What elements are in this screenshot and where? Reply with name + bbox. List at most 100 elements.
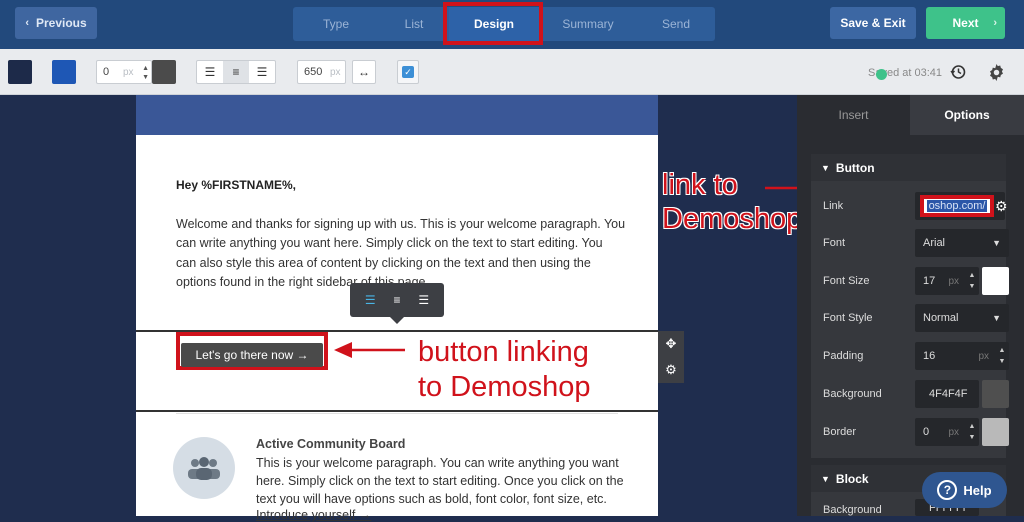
font-size-input[interactable]: 17 px ▲ ▼ — [915, 267, 979, 295]
step-send[interactable]: Send — [637, 7, 715, 41]
responsive-checkbox[interactable]: ✓ — [397, 60, 419, 84]
annotation-button-line2: to Demoshop — [418, 371, 591, 403]
annotation-link-line1: link to — [662, 169, 738, 201]
border-color-swatch[interactable] — [982, 418, 1009, 446]
help-button[interactable]: ? Help — [922, 472, 1007, 508]
font-style-value: Normal — [923, 312, 959, 324]
padding-row: Padding 16 px ▲ ▼ — [823, 342, 1009, 372]
previous-button[interactable]: ‹ Previous — [15, 7, 97, 39]
border-row: Border 0 px ▲ ▼ — [823, 418, 1009, 448]
move-icon[interactable]: ✥ — [666, 336, 677, 352]
step-type-label: Type — [322, 17, 349, 31]
width-unit: px — [330, 66, 341, 78]
link-settings-icon[interactable]: ⚙ — [995, 198, 1008, 215]
width-value: 650 — [304, 66, 323, 78]
border-input[interactable]: 0 px ▲ ▼ — [915, 418, 979, 446]
block-settings-icon[interactable]: ⚙ — [665, 362, 677, 378]
chevron-right-icon: › — [993, 17, 997, 29]
stepper-icon[interactable]: ▲ ▼ — [967, 421, 977, 443]
font-value: Arial — [923, 237, 946, 249]
tab-insert[interactable]: Insert — [797, 95, 910, 135]
full-width-toggle[interactable]: ↔ — [352, 60, 376, 84]
content-color-swatch[interactable] — [52, 60, 76, 84]
divider — [176, 413, 618, 414]
save-exit-button[interactable]: Save & Exit — [830, 7, 916, 39]
font-select[interactable]: Arial ▼ — [915, 229, 1009, 257]
border-width-unit: px — [123, 66, 134, 78]
chevron-left-icon: ‹ — [25, 17, 29, 29]
block-background-label: Background — [823, 504, 882, 516]
welcome-paragraph[interactable]: Welcome and thanks for signing up with u… — [176, 215, 626, 292]
link-label: Link — [823, 200, 844, 212]
link-value[interactable]: oshop.com/ — [926, 200, 988, 212]
top-bar: ‹ Previous Type List Design Summary Send… — [0, 0, 1024, 49]
font-row: Font Arial ▼ — [823, 229, 1009, 259]
font-style-select[interactable]: Normal ▼ — [915, 304, 1009, 332]
padding-label: Padding — [823, 350, 864, 362]
align-left-icon[interactable]: ☰ — [197, 61, 223, 83]
history-icon[interactable] — [948, 61, 968, 83]
community-avatar-icon — [173, 437, 235, 499]
border-unit: px — [948, 426, 959, 438]
tab-options[interactable]: Options — [910, 95, 1024, 135]
help-label: Help — [963, 482, 992, 498]
align-center-icon[interactable]: ≡ — [223, 61, 249, 83]
greeting-text[interactable]: Hey %FIRSTNAME%, — [176, 178, 296, 192]
expand-horizontal-icon: ↔ — [358, 65, 370, 79]
width-input[interactable]: 650 px — [297, 60, 346, 84]
align-left-icon[interactable]: ☰ — [365, 293, 376, 307]
step-summary[interactable]: Summary — [539, 7, 638, 41]
settings-gear-icon[interactable] — [985, 61, 1007, 83]
font-color-swatch[interactable] — [982, 267, 1009, 295]
padding-unit: px — [978, 350, 989, 362]
font-size-row: Font Size 17 px ▲ ▼ — [823, 267, 1009, 297]
border-width-value: 0 — [103, 66, 110, 78]
stepper-icon[interactable]: ▲ ▼ — [997, 345, 1007, 367]
background-row: Background 4F4F4F — [823, 380, 1009, 410]
next-button[interactable]: Next › — [926, 7, 1005, 39]
background-color-swatch[interactable] — [982, 380, 1009, 408]
stepper-icon[interactable]: ▲ ▼ — [967, 270, 977, 292]
step-summary-label: Summary — [562, 17, 614, 31]
introduce-link[interactable]: Introduce yourself → — [256, 508, 371, 522]
border-width-input[interactable]: 0 px ▲ ▼ — [96, 60, 152, 84]
link-highlight-box: oshop.com/ — [920, 195, 994, 217]
font-size-label: Font Size — [823, 275, 870, 287]
border-color-swatch[interactable] — [152, 60, 176, 84]
button-section-header[interactable]: ▼ Button — [811, 154, 1006, 181]
padding-value: 16 — [923, 350, 936, 362]
step-list[interactable]: List — [379, 7, 450, 41]
button-section-title: Button — [835, 160, 875, 175]
stepper-icon[interactable]: ▲ ▼ — [142, 64, 149, 82]
step-list-label: List — [404, 17, 424, 31]
font-style-label: Font Style — [823, 312, 873, 324]
community-paragraph[interactable]: This is your welcome paragraph. You can … — [256, 455, 626, 508]
font-label: Font — [823, 237, 846, 249]
background-hex-input[interactable]: 4F4F4F — [915, 380, 979, 408]
padding-input[interactable]: 16 px ▲ ▼ — [915, 342, 1009, 370]
community-title[interactable]: Active Community Board — [256, 437, 405, 451]
annotation-link-line2: Demoshop — [662, 203, 803, 235]
caret-down-icon: ▼ — [821, 473, 830, 484]
background-label: Background — [823, 388, 882, 400]
checkbox-icon: ✓ — [402, 66, 414, 78]
text-align-group: ☰ ≡ ☰ — [196, 60, 276, 84]
block-controls: ✥ ⚙ — [658, 331, 684, 383]
step-type[interactable]: Type — [293, 7, 380, 41]
block-section-title: Block — [835, 471, 869, 486]
options-panel: Insert Options ▼ Button Link oshop.com/ ⚙… — [797, 95, 1024, 516]
align-right-icon[interactable]: ☰ — [418, 293, 429, 307]
align-center-icon[interactable]: ≡ — [393, 293, 400, 307]
saved-indicator-icon — [876, 69, 887, 80]
border-value: 0 — [923, 426, 930, 438]
align-right-icon[interactable]: ☰ — [249, 61, 275, 83]
cta-button[interactable]: Let's go there now → — [181, 343, 323, 367]
background-color-swatch[interactable] — [8, 60, 32, 84]
align-popover: ☰ ≡ ☰ — [350, 283, 444, 324]
editor-toolbar: 0 px ▲ ▼ ☰ ≡ ☰ 650 px ↔ ✓ Saved at 03:41 — [0, 49, 1024, 95]
link-row: Link oshop.com/ ⚙ — [823, 192, 1008, 222]
previous-label: Previous — [35, 16, 87, 30]
font-style-row: Font Style Normal ▼ — [823, 304, 1009, 334]
save-exit-label: Save & Exit — [840, 16, 906, 30]
email-header-band[interactable] — [136, 95, 658, 135]
